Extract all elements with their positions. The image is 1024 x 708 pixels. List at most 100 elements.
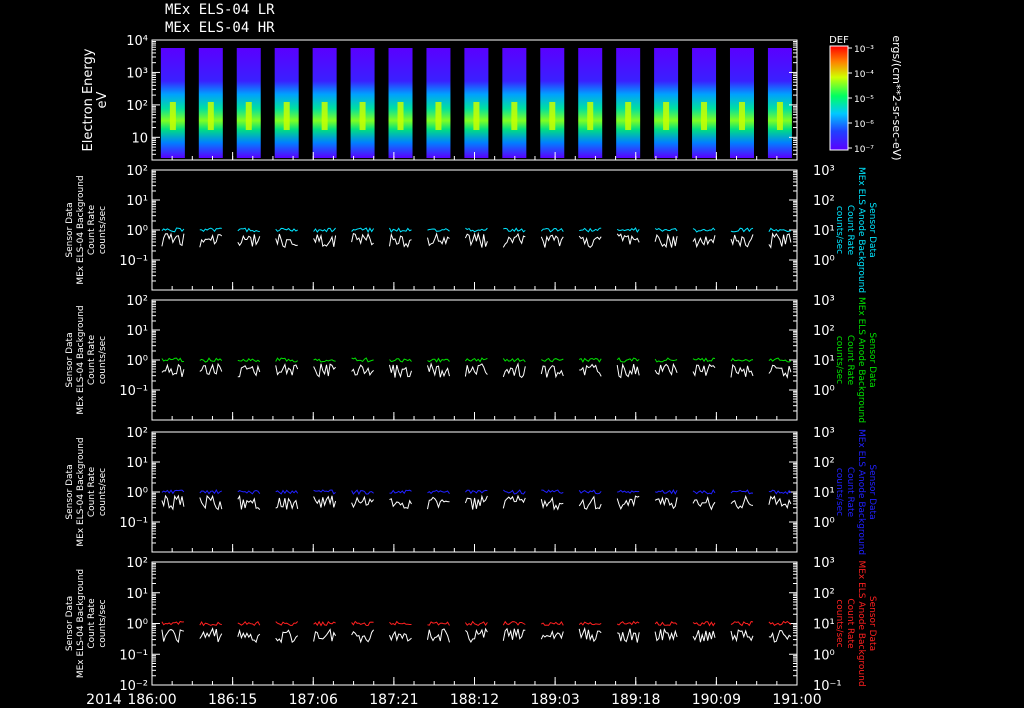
series-line-segment bbox=[540, 234, 564, 248]
series-line-segment bbox=[161, 363, 185, 378]
series-line-segment bbox=[502, 620, 526, 626]
line-panel-frame bbox=[151, 431, 798, 553]
line-panel-left-ylabel: Count Rate bbox=[87, 334, 97, 385]
line-panel-left-tick-label: 10¹ bbox=[126, 587, 148, 602]
series-line-segment bbox=[351, 357, 374, 363]
series-line-segment bbox=[541, 620, 564, 626]
series-line-segment bbox=[465, 227, 488, 233]
series-line-segment bbox=[654, 362, 678, 376]
series-line-segment bbox=[199, 494, 223, 511]
series-line-segment bbox=[502, 357, 526, 363]
spectrogram-burst-core bbox=[738, 102, 745, 130]
line-panel-left-ylabel: Sensor Data bbox=[65, 596, 75, 651]
line-panel-left-ylabel: counts/sec bbox=[98, 599, 108, 647]
series-line-segment bbox=[692, 496, 716, 511]
series-line-segment bbox=[389, 227, 412, 233]
series-line-segment bbox=[730, 234, 754, 248]
series-line-segment bbox=[578, 621, 602, 626]
series-line-segment bbox=[579, 363, 602, 377]
series-line-segment bbox=[730, 363, 754, 378]
series-line-segment bbox=[540, 227, 564, 233]
spectrogram-burst-core bbox=[397, 102, 404, 130]
line-panel-right-tick-label: 10⁰ bbox=[813, 648, 835, 663]
line-panel-left-tick-label: 10⁰ bbox=[126, 224, 148, 239]
line-panel-right-ylabel: counts/sec bbox=[834, 468, 844, 516]
series-line-segment bbox=[199, 234, 223, 248]
series-line-segment bbox=[351, 227, 375, 234]
spectrogram-burst-core bbox=[776, 102, 783, 130]
spectrogram-ytick-label: 10⁴ bbox=[126, 34, 148, 49]
series-line-segment bbox=[161, 227, 185, 233]
series-line-segment bbox=[578, 489, 602, 495]
colorbar-tick-label: 10⁻⁵ bbox=[854, 95, 874, 105]
series-line-segment bbox=[616, 357, 640, 363]
line-panel-left-ylabel: counts/sec bbox=[98, 468, 108, 516]
series-line-segment bbox=[237, 364, 261, 378]
xtick-label: 189:03 bbox=[530, 692, 579, 708]
line-panel-left-ylabel: counts/sec bbox=[98, 206, 108, 254]
spectrogram-burst-core bbox=[663, 102, 670, 130]
series-line-segment bbox=[389, 358, 412, 363]
series-line-segment bbox=[502, 489, 526, 495]
line-panel-right-ylabel: Sensor Data bbox=[867, 332, 877, 387]
series-line-segment bbox=[616, 363, 640, 379]
series-line-segment bbox=[617, 489, 640, 494]
line-panel-right-tick-label: 10⁰ bbox=[813, 254, 835, 269]
line-panel-right-ylabel: MEx ELS Anode Background bbox=[856, 297, 866, 423]
series-line-segment bbox=[427, 489, 450, 495]
series-line-segment bbox=[427, 232, 450, 247]
series-line-segment bbox=[389, 498, 412, 509]
series-line-segment bbox=[389, 620, 412, 626]
series-line-segment bbox=[768, 495, 792, 510]
series-line-segment bbox=[768, 489, 792, 495]
series-line-segment bbox=[161, 620, 184, 626]
spectrogram-ytick-label: 10³ bbox=[126, 66, 148, 81]
line-panel-left-tick-label: 10⁰ bbox=[126, 354, 148, 369]
series-line-segment bbox=[502, 627, 526, 641]
series-line-segment bbox=[654, 496, 678, 510]
line-panel-right-ylabel: Sensor Data bbox=[867, 464, 877, 519]
series-line-segment bbox=[275, 489, 299, 495]
series-line-segment bbox=[199, 357, 223, 363]
series-line-segment bbox=[427, 628, 450, 643]
series-line-segment bbox=[654, 489, 678, 495]
colorbar bbox=[829, 45, 849, 151]
series-line-segment bbox=[502, 494, 526, 509]
series-line-segment bbox=[730, 357, 754, 363]
spectrogram-burst-core bbox=[169, 102, 176, 130]
colorbar-tick-label: 10⁻⁶ bbox=[854, 120, 874, 130]
line-panel-left-tick-label: 10¹ bbox=[126, 456, 148, 471]
spectrogram-burst-core bbox=[701, 102, 708, 130]
series-line-segment bbox=[730, 227, 754, 233]
series-line-segment bbox=[237, 489, 261, 495]
series-line-segment bbox=[616, 233, 640, 245]
series-line-segment bbox=[389, 489, 412, 495]
series-line-segment bbox=[616, 227, 640, 233]
series-line-segment bbox=[768, 364, 792, 379]
spectrogram-burst-core bbox=[321, 102, 328, 130]
line-panel-left-ylabel: Count Rate bbox=[87, 204, 97, 255]
line-panel-left-ylabel: Sensor Data bbox=[65, 464, 75, 519]
series-line-segment bbox=[730, 620, 754, 627]
series-line-segment bbox=[654, 233, 678, 249]
series-line-segment bbox=[654, 621, 678, 626]
series-line-segment bbox=[617, 628, 640, 643]
line-panel-left-tick-label: 10⁰ bbox=[126, 486, 148, 501]
series-line-segment bbox=[199, 362, 223, 376]
series-line-segment bbox=[427, 357, 450, 363]
series-line-segment bbox=[275, 233, 298, 248]
line-panel-right-tick-label: 10³ bbox=[813, 556, 835, 571]
xtick-label: 187:06 bbox=[289, 692, 338, 708]
line-panel-left-ylabel: Sensor Data bbox=[65, 202, 75, 257]
series-line-segment bbox=[237, 358, 261, 363]
series-line-segment bbox=[275, 357, 298, 363]
series-line-segment bbox=[389, 364, 412, 379]
line-panel-frame bbox=[151, 169, 798, 291]
series-line-segment bbox=[502, 362, 526, 379]
series-line-segment bbox=[313, 620, 336, 627]
series-line-segment bbox=[237, 628, 261, 644]
line-panel-left-tick-label: 10² bbox=[126, 426, 148, 441]
line-panel-right-tick-label: 10¹ bbox=[813, 354, 835, 369]
series-line-segment bbox=[692, 235, 716, 249]
line-panel-right-tick-label: 10² bbox=[813, 587, 835, 602]
